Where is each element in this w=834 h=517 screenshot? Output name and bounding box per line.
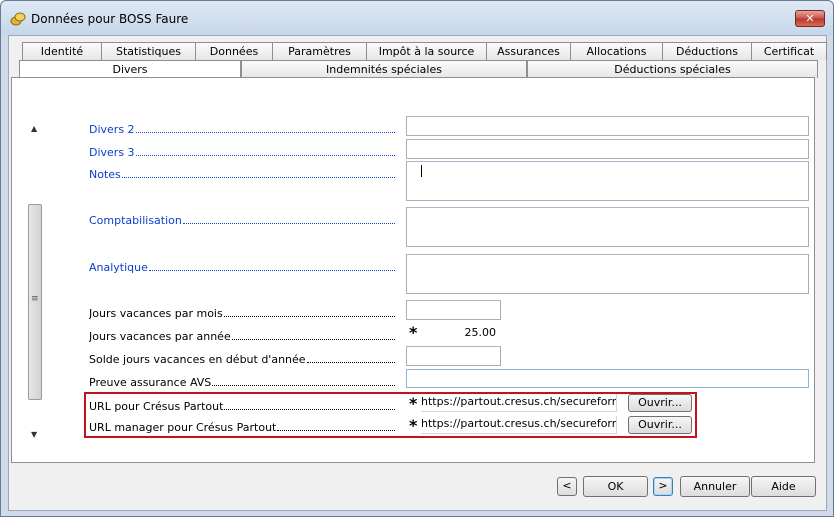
next-button[interactable]: >: [653, 477, 673, 496]
title-bar: Données pour BOSS Faure ✕: [1, 1, 833, 35]
tab-certificat[interactable]: Certificat: [751, 42, 827, 60]
tab-donnees[interactable]: Données: [195, 42, 273, 60]
field-comptabilisation[interactable]: [406, 207, 809, 247]
label-preuve-avs: Preuve assurance AVS: [89, 375, 395, 389]
field-divers-3[interactable]: [406, 139, 809, 159]
close-button[interactable]: ✕: [795, 10, 825, 27]
label-divers-3[interactable]: Divers 3: [89, 145, 395, 159]
value-url-manager[interactable]: https://partout.cresus.ch/secureforms: [421, 416, 617, 434]
tab-identite[interactable]: Identité: [22, 42, 102, 60]
field-jours-vacances-annee[interactable]: 25.00: [406, 323, 501, 343]
cancel-button[interactable]: Annuler: [680, 476, 750, 497]
label-analytique[interactable]: Analytique: [89, 260, 395, 274]
label-jours-vacances-mois: Jours vacances par mois: [89, 306, 395, 320]
field-analytique[interactable]: [406, 254, 809, 294]
field-divers-2[interactable]: [406, 116, 809, 136]
tab-impot-source[interactable]: Impôt à la source: [366, 42, 487, 60]
window-title: Données pour BOSS Faure: [31, 12, 189, 26]
close-icon: ✕: [805, 12, 815, 25]
value-jours-vacances-annee: 25.00: [464, 326, 497, 339]
app-coins-icon: [10, 12, 26, 26]
tab-statistiques[interactable]: Statistiques: [101, 42, 196, 60]
label-comptabilisation[interactable]: Comptabilisation: [89, 213, 395, 227]
tab-indemnites-speciales[interactable]: Indemnités spéciales: [241, 60, 527, 78]
tab-assurances[interactable]: Assurances: [486, 42, 571, 60]
field-jours-vacances-mois[interactable]: [406, 300, 501, 320]
tab-allocations[interactable]: Allocations: [570, 42, 663, 60]
computed-marker-icon: *: [409, 323, 418, 342]
label-url-partout: URL pour Crésus Partout: [89, 399, 395, 413]
field-notes[interactable]: [406, 161, 809, 201]
open-url-partout-button[interactable]: Ouvrir...: [628, 394, 692, 412]
open-url-manager-button[interactable]: Ouvrir...: [628, 416, 692, 434]
computed-marker-icon: *: [409, 416, 418, 435]
label-jours-vacances-annee: Jours vacances par année: [89, 329, 395, 343]
label-notes[interactable]: Notes: [89, 167, 395, 181]
vertical-scrollbar[interactable]: ▲ ≡ ▼: [27, 120, 43, 442]
scroll-down-icon[interactable]: ▼: [31, 430, 37, 439]
text-cursor: [421, 165, 422, 177]
previous-button[interactable]: <: [557, 477, 577, 496]
scroll-up-icon[interactable]: ▲: [31, 124, 37, 133]
computed-marker-icon: *: [409, 394, 418, 413]
field-preuve-avs[interactable]: [406, 369, 809, 388]
value-url-partout[interactable]: https://partout.cresus.ch/secureforms: [421, 394, 617, 412]
tab-deductions[interactable]: Déductions: [662, 42, 752, 60]
scroll-grip-icon: ≡: [31, 294, 39, 304]
tab-parametres[interactable]: Paramètres: [272, 42, 367, 60]
tab-deductions-speciales[interactable]: Déductions spéciales: [527, 60, 818, 78]
field-solde-jours[interactable]: [406, 346, 501, 366]
help-button[interactable]: Aide: [751, 476, 816, 497]
label-divers-2[interactable]: Divers 2: [89, 122, 395, 136]
label-solde-jours: Solde jours vacances en début d'année: [89, 352, 395, 366]
label-url-manager: URL manager pour Crésus Partout: [89, 420, 395, 434]
ok-button[interactable]: OK: [583, 476, 648, 497]
